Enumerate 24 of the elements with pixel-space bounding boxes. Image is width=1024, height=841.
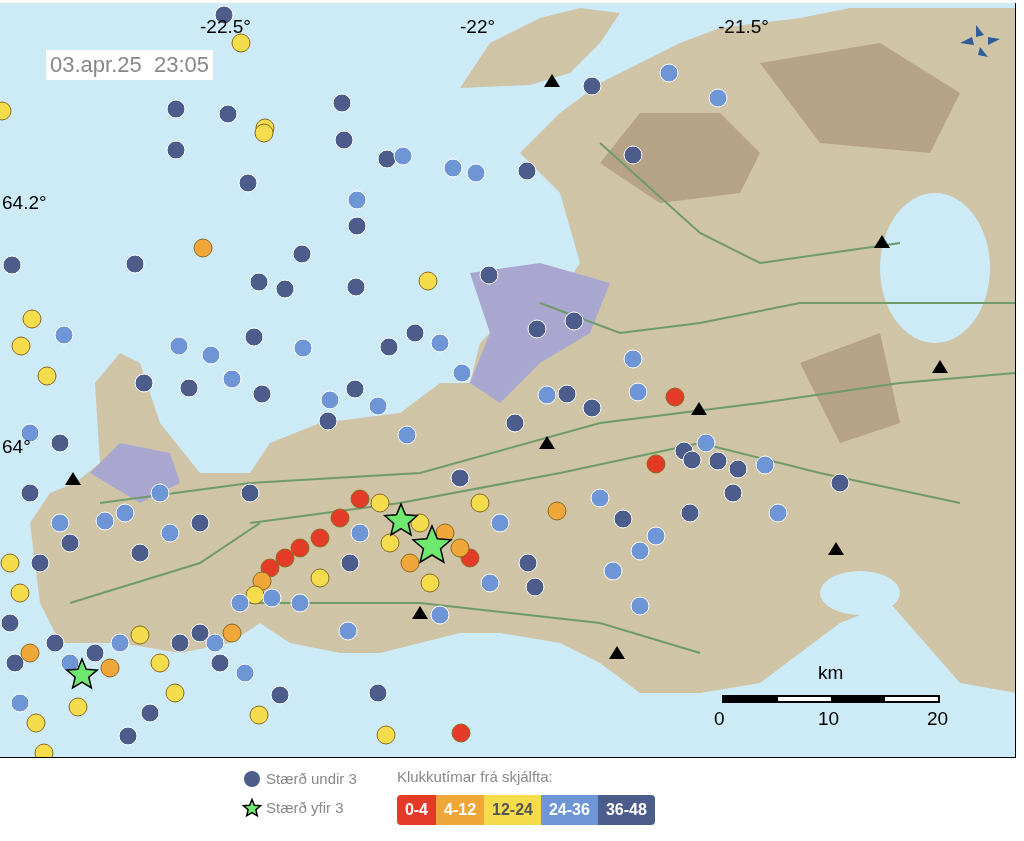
scale-tick-label: 20 — [927, 707, 949, 731]
age-bin-swatch: 36-48 — [597, 794, 655, 825]
longitude-label: -22.5° — [200, 15, 251, 39]
latitude-label: 64° — [2, 435, 31, 459]
age-bin-swatch: 0-4 — [396, 794, 436, 825]
large-earthquake-star-icon — [64, 657, 100, 690]
compass-icon — [958, 23, 1002, 59]
latitude-label: 64.2° — [2, 191, 47, 215]
large-earthquake-star-icon — [382, 502, 420, 537]
timestamp-label: 03.apr.25 23:05 — [46, 50, 214, 80]
legend-label: Stærð yfir 3 — [266, 797, 344, 818]
age-bin-swatch: 12-24 — [484, 794, 541, 825]
longitude-label: -21.5° — [718, 15, 769, 39]
longitude-label: -22° — [460, 15, 496, 39]
age-bin-swatch: 4-12 — [436, 794, 485, 825]
age-bin-swatch: 24-36 — [540, 794, 598, 825]
circle-icon — [242, 769, 262, 790]
scale-unit-label: km — [818, 661, 844, 685]
scale-tick-label: 0 — [714, 707, 725, 731]
legend-label: Stærð undir 3 — [266, 769, 357, 789]
star-icon — [242, 797, 262, 818]
age-legend-title: Klukkutímar frá skjálfta: — [396, 767, 554, 787]
large-earthquake-star-icon — [411, 524, 453, 564]
scale-tick-label: 10 — [818, 707, 840, 731]
